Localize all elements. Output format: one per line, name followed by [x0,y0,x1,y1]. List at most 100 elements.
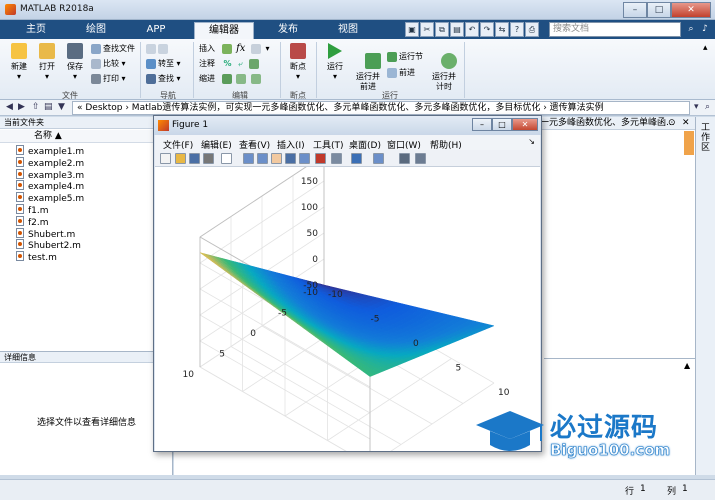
forward-icon[interactable]: ▶ [18,102,25,112]
goto-button[interactable]: 转至 ▾ [146,58,181,69]
run-button[interactable]: 运行 ▾ [320,43,350,82]
hide-plot-tools-icon[interactable] [399,153,410,164]
advance-icon [387,67,397,78]
print-button[interactable]: 打印 ▾ [91,73,126,84]
comment-button[interactable]: 注释 % ⤶ [199,58,261,69]
panel-menu-icon[interactable]: ⊙ [668,117,676,130]
file-list-item[interactable]: f2.m [16,215,84,228]
close-button[interactable]: ✕ [671,2,711,18]
open-icon[interactable] [175,153,186,164]
notifications-icon[interactable]: ♪ [698,22,712,37]
tab-editor[interactable]: 编辑器 [194,22,254,39]
new-button[interactable]: 新建 ▾ [6,43,32,82]
figure-title-bar[interactable]: Figure 1 – □ ✕ [154,116,541,135]
link-icon[interactable] [331,153,342,164]
file-list-item[interactable]: f1.m [16,203,84,216]
path-dropdown-icon[interactable]: ▾ [694,102,699,112]
copy-quick-icon[interactable]: ⧉ [435,22,449,37]
current-folder-title: 当前文件夹 [0,117,173,129]
editor-scroll-marker [684,131,694,155]
file-list-item[interactable]: example5.m [16,192,84,204]
run-and-time-label: 运行并 计时 [432,72,456,91]
figure-title: Figure 1 [172,120,209,130]
file-name: example2.m [28,158,85,169]
file-list-item[interactable]: example3.m [16,168,84,181]
figure-menu-bar: ↘ 文件(F) 编辑(E) 查看(V) 插入(I) 工具(T) 桌面(D) 窗口(W) 帮助(… [155,135,540,151]
file-list-item[interactable]: Shubert.m [16,227,84,240]
tab-view[interactable]: 视图 [328,22,368,39]
cut-quick-icon[interactable]: ✂ [420,22,434,37]
colorbar-icon[interactable] [351,153,362,164]
legend-icon[interactable] [373,153,384,164]
redo-quick-icon[interactable]: ↷ [480,22,494,37]
back-icon[interactable]: ◀ [6,102,13,112]
run-and-time-button[interactable]: 运行并 计时 [428,43,460,102]
file-list-item[interactable]: Shubert2.m [16,239,84,251]
print-quick-icon[interactable]: ⎙ [525,22,539,37]
rotate-icon[interactable] [285,153,296,164]
indent-button[interactable]: 缩进 [199,73,263,84]
help-quick-icon[interactable]: ? [510,22,524,37]
figure-close-button[interactable]: ✕ [512,118,538,131]
file-list-item[interactable]: test.m [16,251,84,263]
increase-indent-icon [236,73,247,84]
tab-plots[interactable]: 绘图 [76,22,116,39]
print-icon[interactable] [203,153,214,164]
file-list-item[interactable]: example4.m [16,180,84,192]
figure-minimize-button[interactable]: – [472,118,492,131]
tab-home[interactable]: 主页 [16,22,56,39]
file-list-item[interactable]: example2.m [16,156,85,169]
pointer-icon[interactable] [221,153,232,164]
browse-folder-icon[interactable]: ▤ [44,102,53,112]
zoom-out-icon[interactable] [257,153,268,164]
save-icon [67,43,83,59]
x-tick-label: -5 [371,315,380,325]
goto-label: 转至 [158,59,174,68]
switch-windows-icon[interactable]: ⇆ [495,22,509,37]
search-input[interactable]: 搜索文档 [549,22,681,37]
find-files-button[interactable]: 查找文件 [91,43,135,54]
run-label: 运行 [327,62,343,71]
fx-icon[interactable]: fx [236,43,245,54]
compare-button[interactable]: 比较 ▾ [91,58,126,69]
up-folder-icon[interactable]: ⇧ [32,102,40,112]
tab-apps[interactable]: APP [136,22,176,39]
path-field[interactable]: « Desktop › Matlab遗传算法实例，可实现一元多峰函数优化、多元单… [72,101,690,115]
panel-close-icon[interactable]: ✕ [682,117,690,130]
figure-maximize-button[interactable]: □ [492,118,512,131]
m-file-icon [16,203,24,214]
run-and-time-icon [441,53,458,69]
new-figure-icon[interactable] [160,153,171,164]
insert-button[interactable]: 插入 fx ▾ [199,43,270,54]
open-button[interactable]: 打开 ▾ [34,43,60,82]
brush-icon[interactable] [315,153,326,164]
save-quick-icon[interactable]: ▣ [405,22,419,37]
breakpoints-button[interactable]: 断点 ▾ [284,43,312,82]
goto-icon [146,58,156,69]
ribbon-collapse-icon[interactable]: ▴ [703,43,708,53]
paste-quick-icon[interactable]: ▤ [450,22,464,37]
run-section-button[interactable]: 运行节 [387,51,423,62]
file-list-item[interactable]: example1.m [16,145,84,157]
find-button[interactable]: 查找 ▾ [146,73,181,84]
advance-button[interactable]: 前进 [387,67,415,78]
minimize-button[interactable]: – [623,2,647,18]
zoom-in-icon[interactable] [243,153,254,164]
save-button[interactable]: 保存 ▾ [62,43,88,82]
dock-scroll-up-icon[interactable]: ▲ [684,361,690,370]
nav-back-forward[interactable] [146,43,170,54]
menu-dock-icon[interactable]: ↘ [528,137,535,146]
indent-label: 缩进 [199,74,215,83]
pan-icon[interactable] [271,153,282,164]
name-column-header[interactable]: 名称 ▲ [0,130,173,143]
data-cursor-icon[interactable] [299,153,310,164]
save-icon[interactable] [189,153,200,164]
search-icon[interactable]: ⌕ [684,22,698,37]
figure-window[interactable]: Figure 1 – □ ✕ ↘ 文件(F) 编辑(E) 查看(V) 插入(I) 工具(… [153,115,542,466]
maximize-button[interactable]: □ [647,2,671,18]
path-search-icon[interactable]: ⌕ [705,102,710,112]
undo-quick-icon[interactable]: ↶ [465,22,479,37]
m-file-icon [16,227,24,238]
tab-publish[interactable]: 发布 [268,22,308,39]
show-plot-tools-icon[interactable] [415,153,426,164]
